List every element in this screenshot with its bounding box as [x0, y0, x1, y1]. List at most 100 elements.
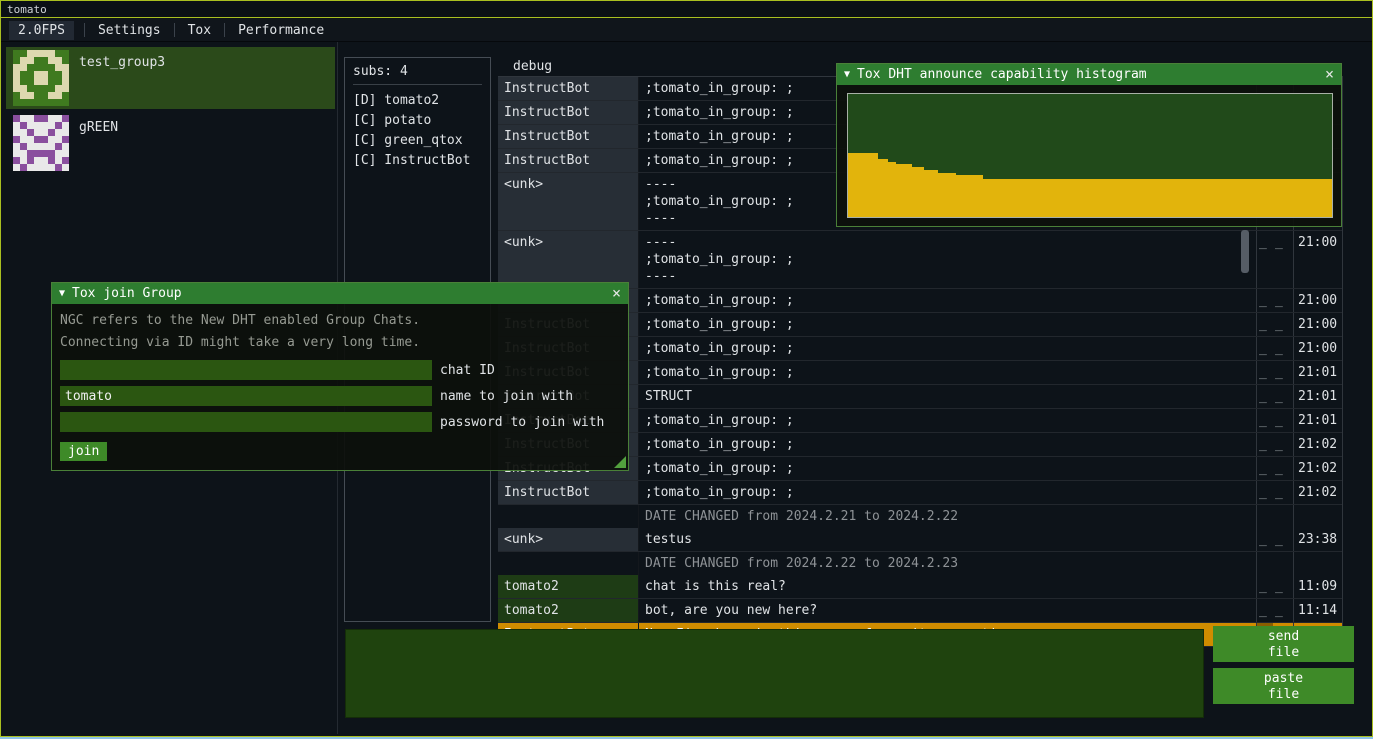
- subs-item-potato[interactable]: [C] potato: [353, 111, 482, 131]
- menu-separator: [224, 23, 225, 37]
- group-item-green[interactable]: gREEN: [6, 112, 335, 174]
- delivery-mark: _: [1273, 575, 1293, 598]
- message-text: ;tomato_in_group: ;: [638, 361, 1256, 384]
- send-file-button[interactable]: send file: [1213, 626, 1354, 662]
- join-password-label: password to join with: [440, 415, 604, 430]
- sender-name: tomato2: [498, 575, 638, 598]
- join-info-line: Connecting via ID might take a very long…: [52, 332, 628, 354]
- message-row[interactable]: tomato2bot, are you new here?__11:14: [498, 599, 1342, 623]
- subs-item-tomato2[interactable]: [D] tomato2: [353, 91, 482, 111]
- message-row[interactable]: InstructBot;tomato_in_group: ;__21:02: [498, 481, 1342, 505]
- delivery-mark: _: [1273, 599, 1293, 622]
- join-password-input[interactable]: [60, 412, 432, 432]
- timestamp: 21:02: [1293, 457, 1342, 480]
- subs-item-green-qtox[interactable]: [C] green_qtox: [353, 131, 482, 151]
- delivery-mark: _: [1273, 528, 1293, 551]
- join-info-line: NGC refers to the New DHT enabled Group …: [52, 310, 628, 332]
- delivery-mark: _: [1273, 481, 1293, 504]
- join-button[interactable]: join: [60, 442, 107, 461]
- sender-name: InstructBot: [498, 149, 638, 172]
- system-row[interactable]: DATE CHANGED from 2024.2.22 to 2024.2.23: [498, 552, 1342, 575]
- group-name: test_group3: [79, 55, 165, 109]
- timestamp: 21:00: [1293, 313, 1342, 336]
- chat-scrollbar-thumb[interactable]: [1241, 230, 1249, 273]
- message-text: STRUCT: [638, 385, 1256, 408]
- histogram-bar: [924, 170, 938, 217]
- sender-name: <unk>: [498, 231, 638, 288]
- timestamp: [1293, 505, 1342, 528]
- timestamp: 21:01: [1293, 361, 1342, 384]
- collapse-arrow-icon[interactable]: ▼: [59, 288, 65, 299]
- message-row[interactable]: <unk>testus__23:38: [498, 528, 1342, 552]
- message-text: ;tomato_in_group: ;: [638, 337, 1256, 360]
- delivery-mark: [1273, 505, 1293, 528]
- join-name-input[interactable]: [60, 386, 432, 406]
- sender-name: InstructBot: [498, 481, 638, 504]
- histogram-plot: [847, 93, 1333, 218]
- chat-tab-debug[interactable]: debug: [513, 59, 552, 74]
- timestamp: [1293, 552, 1342, 575]
- message-text: ---- ;tomato_in_group: ; ----: [638, 231, 1256, 288]
- message-text: testus: [638, 528, 1256, 551]
- paste-file-button[interactable]: paste file: [1213, 668, 1354, 704]
- message-text: ;tomato_in_group: ;: [638, 457, 1256, 480]
- message-text: bot, are you new here?: [638, 599, 1256, 622]
- delivery-mark: _: [1273, 457, 1293, 480]
- delivery-mark: _: [1273, 361, 1293, 384]
- group-avatar: [13, 50, 69, 106]
- delivery-mark: _: [1256, 313, 1273, 336]
- window-titlebar[interactable]: tomato: [1, 1, 1372, 18]
- delivery-mark: [1256, 552, 1273, 575]
- delivery-mark: _: [1256, 231, 1273, 288]
- message-text: DATE CHANGED from 2024.2.21 to 2024.2.22: [638, 505, 1256, 528]
- histogram-window: ▼ Tox DHT announce capability histogram …: [836, 63, 1342, 227]
- menu-bar: 2.0FPS Settings Tox Performance: [1, 19, 1372, 42]
- histogram-bar: [983, 179, 1332, 217]
- group-list: test_group3 gREEN: [6, 47, 335, 177]
- message-row[interactable]: tomato2chat is this real?__11:09: [498, 575, 1342, 599]
- menu-item-tox[interactable]: Tox: [177, 21, 222, 40]
- histogram-bar: [878, 159, 888, 217]
- join-window-titlebar[interactable]: ▼ Tox join Group ×: [52, 283, 628, 304]
- subs-count: subs: 4: [353, 64, 482, 85]
- histogram-window-titlebar[interactable]: ▼ Tox DHT announce capability histogram …: [837, 64, 1341, 85]
- sender-name: <unk>: [498, 528, 638, 551]
- menu-item-performance[interactable]: Performance: [227, 21, 335, 40]
- sender-name: [498, 552, 638, 575]
- delivery-mark: _: [1273, 289, 1293, 312]
- message-text: ;tomato_in_group: ;: [638, 289, 1256, 312]
- timestamp: 21:00: [1293, 231, 1342, 288]
- delivery-mark: _: [1273, 433, 1293, 456]
- delivery-mark: _: [1256, 385, 1273, 408]
- message-text: chat is this real?: [638, 575, 1256, 598]
- system-row[interactable]: DATE CHANGED from 2024.2.21 to 2024.2.22: [498, 505, 1342, 528]
- join-group-window: ▼ Tox join Group × NGC refers to the New…: [51, 282, 629, 471]
- close-icon[interactable]: ×: [1325, 67, 1334, 82]
- delivery-mark: _: [1256, 481, 1273, 504]
- delivery-mark: _: [1273, 231, 1293, 288]
- timestamp: 21:00: [1293, 337, 1342, 360]
- timestamp: 21:02: [1293, 433, 1342, 456]
- subs-item-instructbot[interactable]: [C] InstructBot: [353, 151, 482, 171]
- delivery-mark: _: [1256, 575, 1273, 598]
- group-item-test-group3[interactable]: test_group3: [6, 47, 335, 109]
- timestamp: 23:38: [1293, 528, 1342, 551]
- group-name: gREEN: [79, 120, 118, 174]
- message-row[interactable]: <unk>---- ;tomato_in_group: ; ----__21:0…: [498, 231, 1342, 289]
- close-icon[interactable]: ×: [612, 286, 621, 301]
- timestamp: 21:01: [1293, 385, 1342, 408]
- delivery-mark: _: [1273, 385, 1293, 408]
- fps-indicator: 2.0FPS: [9, 21, 74, 40]
- menu-item-settings[interactable]: Settings: [87, 21, 172, 40]
- delivery-mark: [1256, 505, 1273, 528]
- collapse-arrow-icon[interactable]: ▼: [844, 69, 850, 80]
- delivery-mark: _: [1256, 361, 1273, 384]
- histogram-window-title: Tox DHT announce capability histogram: [857, 67, 1147, 82]
- histogram-bar: [896, 164, 912, 217]
- message-input[interactable]: [345, 629, 1204, 718]
- chat-id-input[interactable]: [60, 360, 432, 380]
- resize-grip[interactable]: [614, 456, 626, 468]
- delivery-mark: _: [1256, 457, 1273, 480]
- delivery-mark: _: [1256, 528, 1273, 551]
- delivery-mark: _: [1273, 337, 1293, 360]
